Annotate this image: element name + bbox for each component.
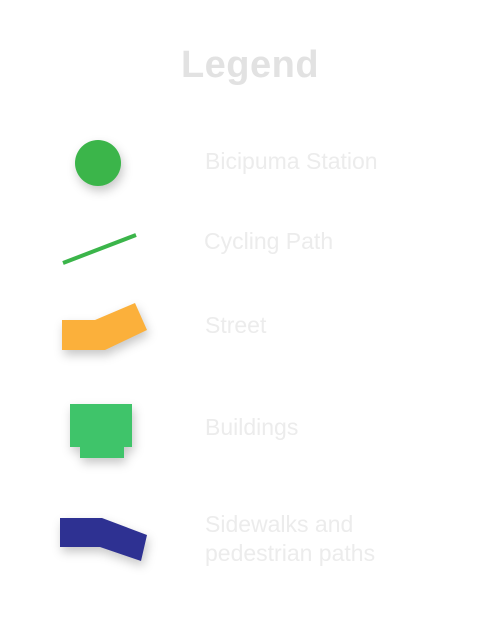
- legend-label-street: Street: [205, 312, 267, 338]
- building-block-icon: [70, 404, 132, 458]
- legend-label-sidewalks: Sidewalks and pedestrian paths: [205, 510, 375, 568]
- legend-label-cycling-path: Cycling Path: [204, 228, 334, 254]
- legend-label-buildings: Buildings: [205, 414, 299, 440]
- cycling-path-line-icon: [62, 233, 137, 265]
- sidewalk-band-icon: [60, 518, 147, 561]
- station-circle-icon: [75, 140, 121, 186]
- legend-title: Legend: [180, 44, 320, 86]
- legend-label-sidewalks-line1: Sidewalks and: [205, 511, 354, 537]
- legend-label-station: Bicipuma Station: [205, 148, 378, 174]
- legend-label-sidewalks-line2: pedestrian paths: [205, 540, 376, 566]
- street-band-icon: [62, 303, 147, 350]
